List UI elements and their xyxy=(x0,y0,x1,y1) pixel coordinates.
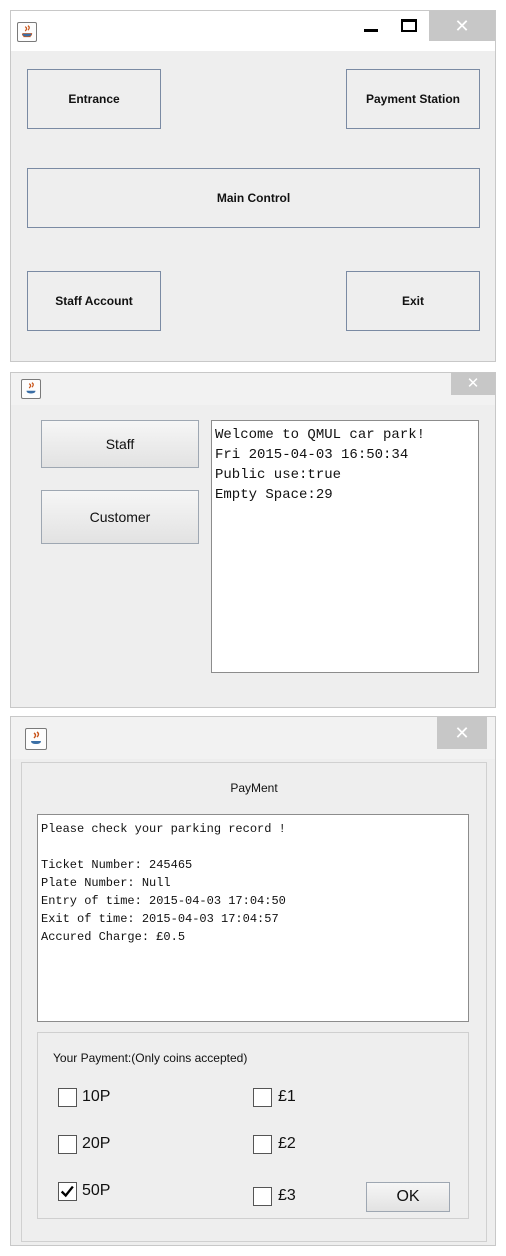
java-app-icon xyxy=(17,22,37,42)
login-choice-window: ✕ Staff Customer Welcome to QMUL car par… xyxy=(10,372,496,708)
payment-group: Your Payment:(Only coins accepted) 10P 2… xyxy=(37,1032,469,1219)
exit-button[interactable]: Exit xyxy=(346,271,480,331)
ok-button[interactable]: OK xyxy=(366,1182,450,1212)
payment-content-panel: PayMent Please check your parking record… xyxy=(21,762,487,1242)
checkbox-10p[interactable] xyxy=(58,1088,77,1107)
info-line: Fri 2015-04-03 16:50:34 xyxy=(215,447,409,463)
java-app-icon xyxy=(25,728,47,750)
entrance-button[interactable]: Entrance xyxy=(27,69,161,129)
checkbox-1-pound[interactable] xyxy=(253,1088,272,1107)
record-line xyxy=(41,838,468,856)
info-text-area[interactable]: Welcome to QMUL car park! Fri 2015-04-03… xyxy=(211,420,479,673)
record-line: Plate Number: Null xyxy=(41,876,171,890)
title-bar: ✕ xyxy=(11,11,495,51)
close-icon: ✕ xyxy=(466,375,480,392)
record-line: Exit of time: 2015-04-03 17:04:57 xyxy=(41,912,279,926)
coin-label: 10P xyxy=(82,1088,111,1105)
coin-label: 50P xyxy=(82,1182,111,1199)
payment-heading: Your Payment:(Only coins accepted) xyxy=(53,1051,248,1065)
record-line: Please check your parking record ! xyxy=(41,822,286,836)
close-button[interactable]: ✕ xyxy=(451,373,495,395)
record-text-area[interactable]: Please check your parking record ! Ticke… xyxy=(37,814,469,1022)
title-bar: ✕ xyxy=(11,373,495,405)
payment-window: ✕ PayMent Please check your parking reco… xyxy=(10,716,496,1246)
record-line: Entry of time: 2015-04-03 17:04:50 xyxy=(41,894,286,908)
java-app-icon xyxy=(21,379,41,399)
maximize-icon[interactable] xyxy=(401,19,417,32)
coin-label: £2 xyxy=(278,1135,296,1152)
info-line: Empty Space:29 xyxy=(215,487,333,503)
record-line: Ticket Number: 245465 xyxy=(41,858,193,872)
checkbox-3-pound[interactable] xyxy=(253,1187,272,1206)
checkbox-2-pound[interactable] xyxy=(253,1135,272,1154)
customer-button[interactable]: Customer xyxy=(41,490,199,544)
coin-label: £1 xyxy=(278,1088,296,1105)
main-control-button[interactable]: Main Control xyxy=(27,168,480,228)
payment-station-button[interactable]: Payment Station xyxy=(346,69,480,129)
minimize-icon[interactable] xyxy=(364,29,378,32)
coin-label: 20P xyxy=(82,1135,111,1152)
staff-button[interactable]: Staff xyxy=(41,420,199,468)
close-button[interactable]: ✕ xyxy=(429,11,495,41)
main-menu-window: ✕ Entrance Payment Station Main Control … xyxy=(10,10,496,362)
close-icon: ✕ xyxy=(454,723,470,743)
title-bar: ✕ xyxy=(11,717,495,759)
info-line: Public use:true xyxy=(215,467,342,483)
staff-account-button[interactable]: Staff Account xyxy=(27,271,161,331)
info-line: Welcome to QMUL car park! xyxy=(215,427,426,443)
close-icon: ✕ xyxy=(454,16,470,36)
coin-label: £3 xyxy=(278,1187,296,1204)
page-title: PayMent xyxy=(230,781,278,795)
checkbox-20p[interactable] xyxy=(58,1135,77,1154)
close-button[interactable]: ✕ xyxy=(437,717,487,749)
record-line: Accured Charge: £0.5 xyxy=(41,930,186,944)
check-icon xyxy=(60,1185,74,1198)
checkbox-50p[interactable] xyxy=(58,1182,77,1201)
